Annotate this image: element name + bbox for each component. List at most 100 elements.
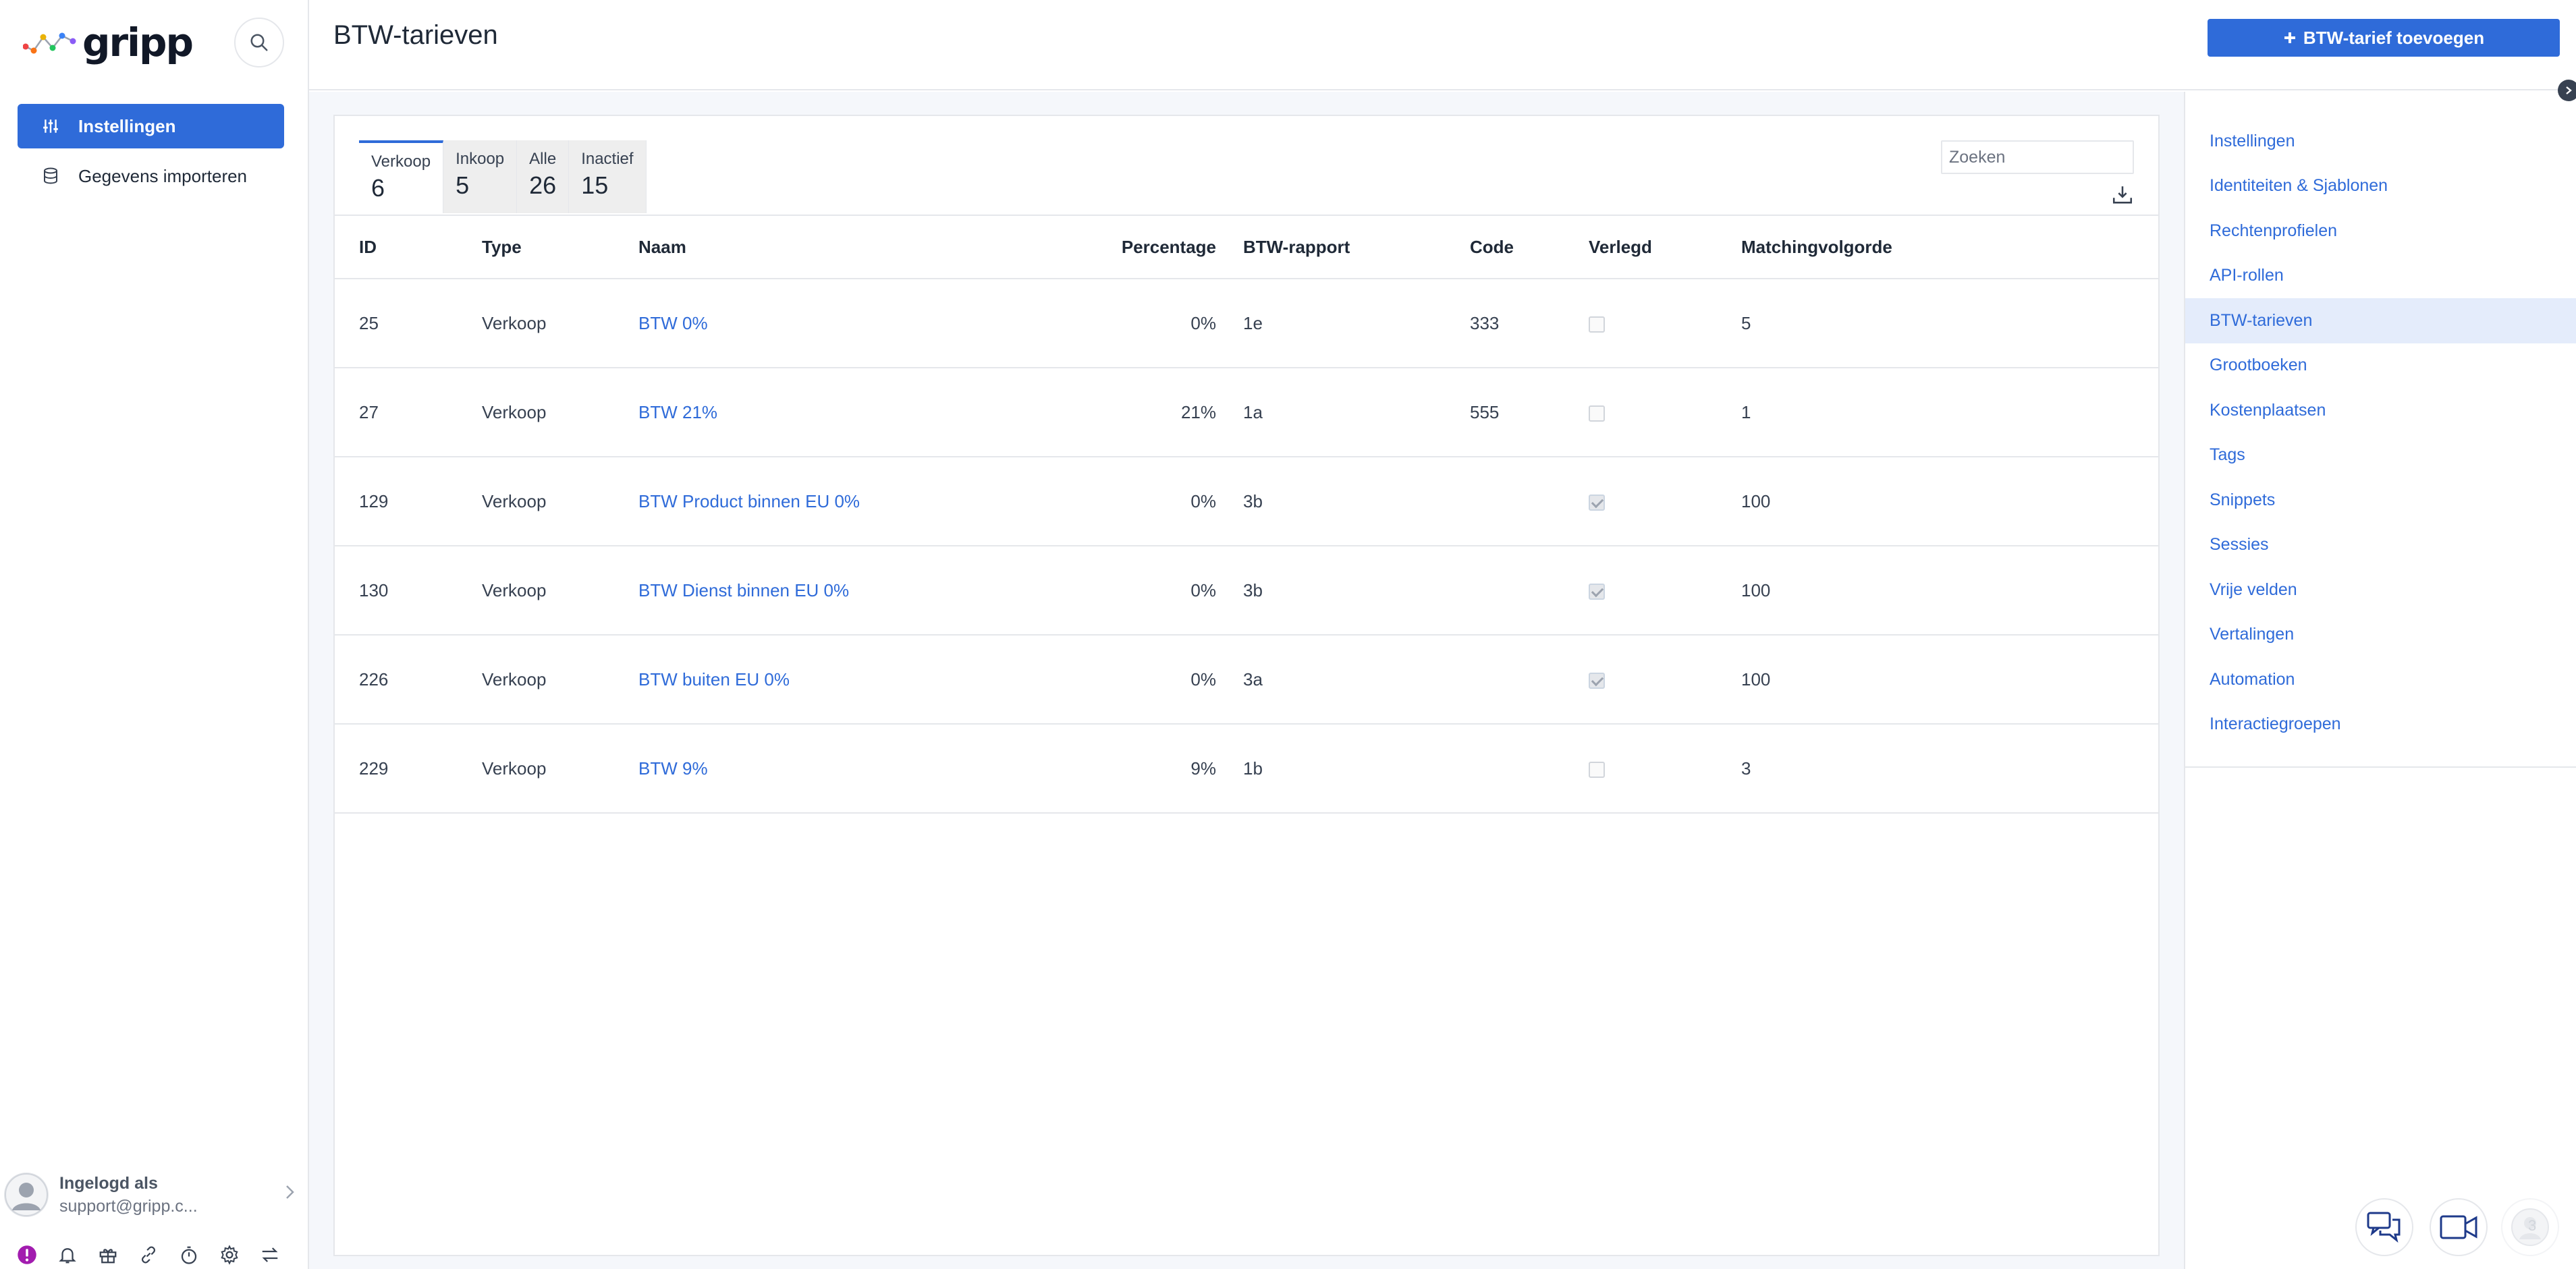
settings-nav-interactiegroepen[interactable]: Interactiegroepen [2185, 702, 2576, 748]
video-camera-icon [2440, 1215, 2477, 1239]
cell-code [1470, 635, 1589, 725]
bell-icon[interactable] [55, 1243, 80, 1267]
gear-icon[interactable] [217, 1243, 242, 1267]
table-row[interactable]: 27 Verkoop BTW 21% 21% 1a 555 1 [335, 368, 2158, 457]
verlegd-checkbox [1589, 761, 1605, 778]
settings-nav-btw-tarieven[interactable]: BTW-tarieven [2185, 298, 2576, 343]
cell-matchingvolgorde: 1 [1741, 368, 2158, 457]
settings-nav-api-rollen[interactable]: API-rollen [2185, 254, 2576, 299]
settings-nav-snippets[interactable]: Snippets [2185, 478, 2576, 523]
divider [2185, 766, 2576, 768]
left-sidebar: gripp Instellingen Gegevens importeren I… [0, 0, 309, 1269]
tab-inkoop[interactable]: Inkoop 5 [443, 140, 518, 213]
content-panel: Verkoop 6 Inkoop 5 Alle 26 Inactief 15 I… [333, 115, 2160, 1256]
tab-label: Inactief [581, 150, 634, 168]
tab-verkoop[interactable]: Verkoop 6 [359, 140, 444, 213]
user-menu[interactable]: Ingelogd als support@gripp.c... [4, 1170, 301, 1221]
naam-link[interactable]: BTW 21% [638, 402, 717, 422]
verlegd-checkbox [1589, 316, 1605, 333]
cell-percentage: 9% [1088, 724, 1243, 814]
settings-nav-instellingen[interactable]: Instellingen [2185, 119, 2576, 164]
cell-btw-rapport: 1a [1243, 368, 1470, 457]
sidebar-item-instellingen[interactable]: Instellingen [18, 104, 284, 148]
settings-nav-rechtenprofielen[interactable]: Rechtenprofielen [2185, 208, 2576, 254]
cell-code: 555 [1470, 368, 1589, 457]
search-input[interactable] [1941, 140, 2134, 174]
table-row[interactable]: 130 Verkoop BTW Dienst binnen EU 0% 0% 3… [335, 546, 2158, 636]
settings-right-nav: Instellingen Identiteiten & Sjablonen Re… [2184, 92, 2576, 1269]
settings-nav-kostenplaatsen[interactable]: Kostenplaatsen [2185, 388, 2576, 433]
cell-type: Verkoop [482, 457, 638, 546]
column-header-id[interactable]: ID [335, 215, 482, 279]
settings-nav-grootboeken[interactable]: Grootboeken [2185, 343, 2576, 389]
user-icon [5, 1173, 48, 1216]
settings-nav-automation[interactable]: Automation [2185, 657, 2576, 702]
settings-nav-vrije-velden[interactable]: Vrije velden [2185, 567, 2576, 613]
cell-code [1470, 457, 1589, 546]
tab-label: Inkoop [456, 150, 505, 168]
table-header-row: ID Type Naam Percentage BTW-rapport Code… [335, 215, 2158, 279]
cell-id: 129 [335, 457, 482, 546]
tab-label: Verkoop [371, 152, 431, 171]
btw-table: ID Type Naam Percentage BTW-rapport Code… [335, 215, 2158, 814]
column-header-naam[interactable]: Naam [638, 215, 1088, 279]
global-search-button[interactable] [234, 18, 284, 67]
naam-link[interactable]: BTW 0% [638, 313, 708, 333]
table-row[interactable]: 129 Verkoop BTW Product binnen EU 0% 0% … [335, 457, 2158, 546]
cell-naam: BTW 0% [638, 279, 1088, 368]
column-header-code[interactable]: Code [1470, 215, 1589, 279]
tab-count: 6 [371, 174, 385, 202]
cell-matchingvolgorde: 100 [1741, 635, 2158, 725]
naam-link[interactable]: BTW 9% [638, 758, 708, 779]
cell-code [1470, 724, 1589, 814]
cell-btw-rapport: 1e [1243, 279, 1470, 368]
table-row[interactable]: 25 Verkoop BTW 0% 0% 1e 333 5 [335, 279, 2158, 368]
column-header-btw-rapport[interactable]: BTW-rapport [1243, 215, 1470, 279]
naam-link[interactable]: BTW Product binnen EU 0% [638, 491, 860, 511]
settings-nav-vertalingen[interactable]: Vertalingen [2185, 613, 2576, 658]
settings-nav-sessies[interactable]: Sessies [2185, 523, 2576, 568]
cell-verlegd [1589, 724, 1741, 814]
cell-btw-rapport: 3b [1243, 546, 1470, 636]
cell-btw-rapport: 1b [1243, 724, 1470, 814]
cell-id: 229 [335, 724, 482, 814]
cell-naam: BTW 21% [638, 368, 1088, 457]
video-button[interactable] [2430, 1198, 2488, 1256]
alert-icon[interactable] [15, 1243, 39, 1267]
settings-nav-tags[interactable]: Tags [2185, 433, 2576, 478]
cell-verlegd [1589, 635, 1741, 725]
verlegd-checkbox [1589, 405, 1605, 422]
stopwatch-icon[interactable] [177, 1243, 201, 1267]
gift-icon[interactable] [96, 1243, 120, 1267]
chat-icon [2367, 1212, 2401, 1243]
chat-button[interactable] [2355, 1198, 2413, 1256]
sliders-icon [40, 116, 61, 136]
settings-nav-identiteiten-sjablonen[interactable]: Identiteiten & Sjablonen [2185, 164, 2576, 209]
column-header-percentage[interactable]: Percentage [1088, 215, 1243, 279]
column-header-matchingvolgorde[interactable]: Matchingvolgorde [1741, 215, 2158, 279]
column-header-type[interactable]: Type [482, 215, 638, 279]
export-icon[interactable] [2111, 184, 2134, 206]
gripp-logo[interactable]: gripp [23, 19, 194, 66]
cell-verlegd [1589, 368, 1741, 457]
add-btw-tarief-button[interactable]: BTW-tarief toevoegen [2208, 19, 2560, 57]
help-avatar-button[interactable]: 3 [2501, 1198, 2559, 1256]
search-icon [250, 34, 268, 51]
tab-alle[interactable]: Alle 26 [517, 140, 570, 213]
column-header-verlegd[interactable]: Verlegd [1589, 215, 1741, 279]
tab-inactief[interactable]: Inactief 15 [569, 140, 647, 213]
cell-percentage: 0% [1088, 279, 1243, 368]
sidebar-item-gegevens-importeren[interactable]: Gegevens importeren [18, 154, 284, 198]
naam-link[interactable]: BTW Dienst binnen EU 0% [638, 580, 849, 600]
table-row[interactable]: 226 Verkoop BTW buiten EU 0% 0% 3a 100 [335, 635, 2158, 725]
naam-link[interactable]: BTW buiten EU 0% [638, 669, 790, 689]
cell-type: Verkoop [482, 368, 638, 457]
collapse-panel-button[interactable] [2558, 80, 2576, 101]
table-row[interactable]: 229 Verkoop BTW 9% 9% 1b 3 [335, 724, 2158, 814]
link-icon[interactable] [136, 1243, 161, 1267]
cell-id: 226 [335, 635, 482, 725]
user-email: support@gripp.c... [59, 1197, 198, 1216]
tab-count: 5 [456, 171, 470, 199]
cell-verlegd [1589, 546, 1741, 636]
swap-icon[interactable] [258, 1243, 282, 1267]
